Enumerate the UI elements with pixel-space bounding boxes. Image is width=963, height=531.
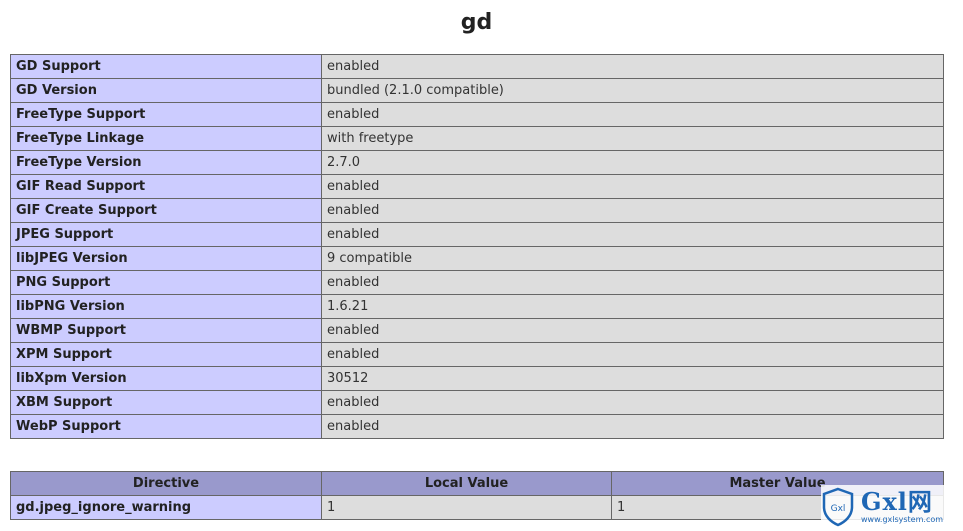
info-label: GIF Read Support — [10, 174, 322, 199]
gd-info-table: GD Support enabled GD Version bundled (2.1.… — [10, 54, 944, 439]
info-label: libJPEG Version — [10, 246, 322, 271]
directive-local-value: 1 — [321, 495, 612, 520]
header-local-value: Local Value — [321, 471, 612, 496]
shield-text: Gxl — [831, 504, 846, 514]
table-row: GIF Create Support enabled — [10, 198, 944, 223]
table-row: GD Version bundled (2.1.0 compatible) — [10, 78, 944, 103]
table-row: WebP Support enabled — [10, 414, 944, 439]
info-label: libXpm Version — [10, 366, 322, 391]
info-value: enabled — [321, 270, 944, 295]
info-label: PNG Support — [10, 270, 322, 295]
table-row: libXpm Version 30512 — [10, 366, 944, 391]
table-row: GIF Read Support enabled — [10, 174, 944, 199]
directive-header-row: Directive Local Value Master Value — [10, 471, 944, 496]
table-row: gd.jpeg_ignore_warning 1 1 — [10, 495, 944, 520]
info-value: 30512 — [321, 366, 944, 391]
info-label: WebP Support — [10, 414, 322, 439]
watermark-text: Gxl网 www.gxlsystem.com — [861, 490, 943, 524]
watermark-url: www.gxlsystem.com — [861, 515, 944, 524]
shield-logo-icon: Gxl — [822, 487, 854, 527]
info-label: XBM Support — [10, 390, 322, 415]
info-value: enabled — [321, 54, 944, 79]
info-label: JPEG Support — [10, 222, 322, 247]
phpinfo-page: gd GD Support enabled GD Version bundled (2… — [0, 0, 963, 531]
info-value: enabled — [321, 318, 944, 343]
info-label: libPNG Version — [10, 294, 322, 319]
table-row: libPNG Version 1.6.21 — [10, 294, 944, 319]
info-value: enabled — [321, 198, 944, 223]
info-value: enabled — [321, 222, 944, 247]
info-label: XPM Support — [10, 342, 322, 367]
table-row: WBMP Support enabled — [10, 318, 944, 343]
info-label: GD Support — [10, 54, 322, 79]
info-value: enabled — [321, 342, 944, 367]
watermark-brand: Gxl网 — [861, 487, 933, 516]
site-watermark: Gxl Gxl网 www.gxlsystem.com — [821, 485, 957, 529]
table-row: XBM Support enabled — [10, 390, 944, 415]
info-label: FreeType Linkage — [10, 126, 322, 151]
info-label: WBMP Support — [10, 318, 322, 343]
table-row: PNG Support enabled — [10, 270, 944, 295]
page-title: gd — [460, 10, 493, 35]
info-label: FreeType Version — [10, 150, 322, 175]
table-row: libJPEG Version 9 compatible — [10, 246, 944, 271]
info-value: bundled (2.1.0 compatible) — [321, 78, 944, 103]
directive-name: gd.jpeg_ignore_warning — [10, 495, 322, 520]
table-row: JPEG Support enabled — [10, 222, 944, 247]
info-value: enabled — [321, 174, 944, 199]
info-label: GD Version — [10, 78, 322, 103]
info-value: 2.7.0 — [321, 150, 944, 175]
info-label: GIF Create Support — [10, 198, 322, 223]
info-value: enabled — [321, 414, 944, 439]
info-value: enabled — [321, 390, 944, 415]
gd-info-body: GD Support enabled GD Version bundled (2.1.… — [10, 54, 944, 439]
table-row: FreeType Support enabled — [10, 102, 944, 127]
table-row: FreeType Linkage with freetype — [10, 126, 944, 151]
table-row: XPM Support enabled — [10, 342, 944, 367]
info-value: 9 compatible — [321, 246, 944, 271]
directive-table: Directive Local Value Master Value gd.jp… — [10, 471, 944, 520]
info-value: enabled — [321, 102, 944, 127]
header-directive: Directive — [10, 471, 322, 496]
table-row: GD Support enabled — [10, 54, 944, 79]
info-label: FreeType Support — [10, 102, 322, 127]
info-value: with freetype — [321, 126, 944, 151]
info-value: 1.6.21 — [321, 294, 944, 319]
table-row: FreeType Version 2.7.0 — [10, 150, 944, 175]
